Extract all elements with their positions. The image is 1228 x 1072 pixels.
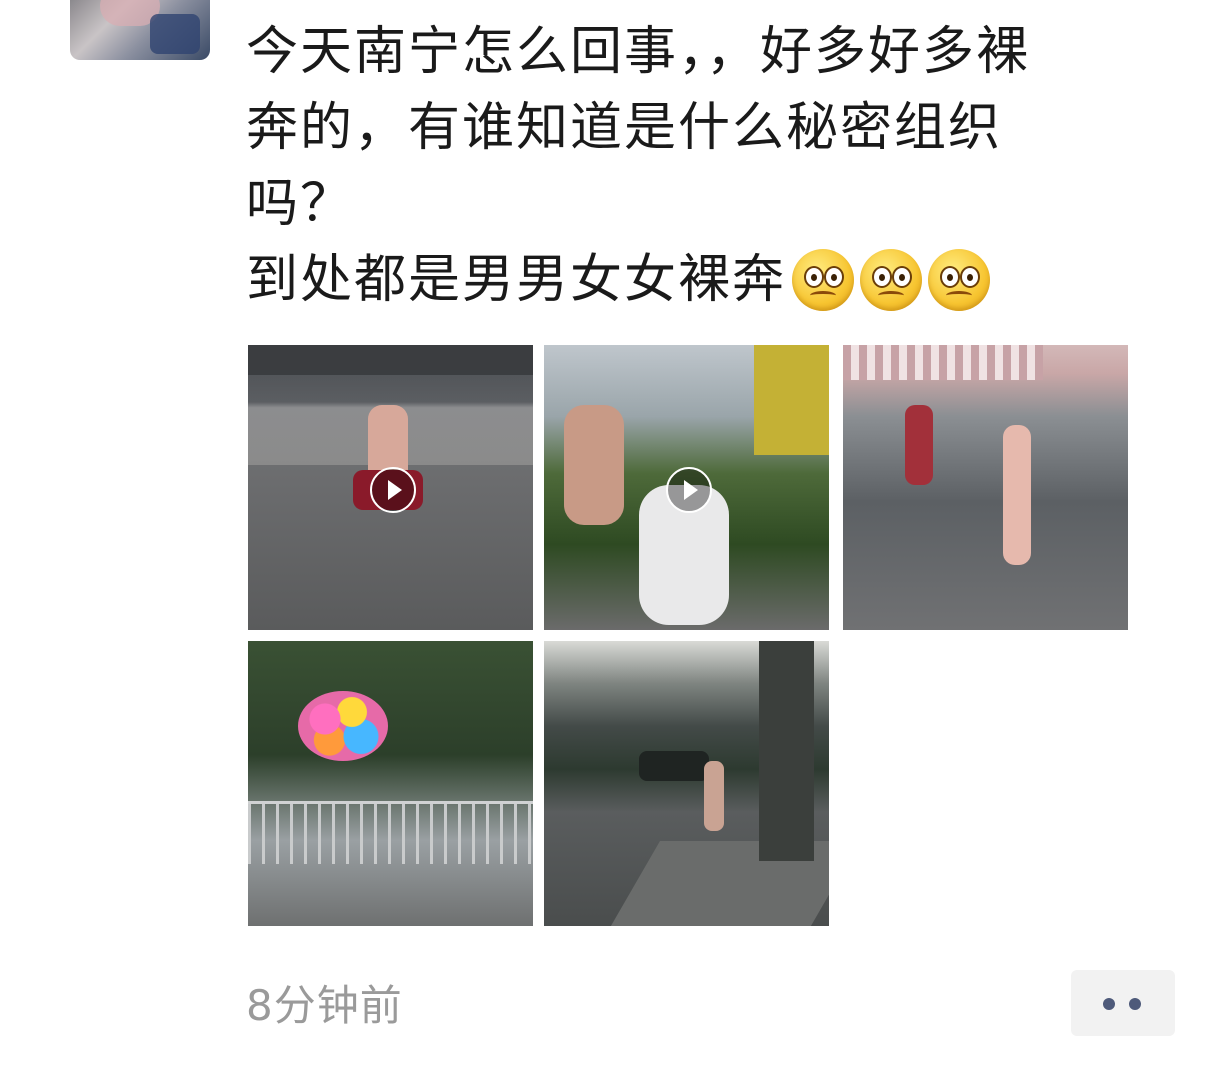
post-text-line: 吗？ xyxy=(246,174,355,234)
post-text-line: 到处都是男男女女裸奔 xyxy=(246,250,787,310)
more-actions-button[interactable] xyxy=(1071,970,1175,1036)
photo-thumbnail[interactable] xyxy=(248,641,533,926)
worried-face-icon xyxy=(792,249,855,311)
worried-face-icon xyxy=(928,249,991,311)
photo-thumbnail[interactable] xyxy=(843,345,1128,630)
post-timestamp: 8分钟前 xyxy=(246,981,403,1030)
avatar[interactable] xyxy=(70,0,210,60)
video-thumbnail[interactable] xyxy=(248,345,533,630)
post-text-line: 今天南宁怎么回事，，好多好多裸 xyxy=(246,22,1031,82)
play-icon[interactable] xyxy=(369,466,416,513)
more-dots-icon xyxy=(1129,998,1141,1010)
video-thumbnail[interactable] xyxy=(544,345,829,630)
more-dots-icon xyxy=(1103,998,1115,1010)
worried-face-icon xyxy=(860,249,923,311)
post-text-line-with-emoji: 到处都是男男女女裸奔 xyxy=(246,242,1146,318)
photo-thumbnail[interactable] xyxy=(544,641,829,926)
post-text-line: 奔的，有谁知道是什么秘密组织 xyxy=(246,98,1003,158)
avatar-image-part xyxy=(150,14,200,54)
play-icon[interactable] xyxy=(665,466,712,513)
post-text: 今天南宁怎么回事，，好多好多裸 奔的，有谁知道是什么秘密组织 吗？ 到处都是男男… xyxy=(246,14,1146,318)
